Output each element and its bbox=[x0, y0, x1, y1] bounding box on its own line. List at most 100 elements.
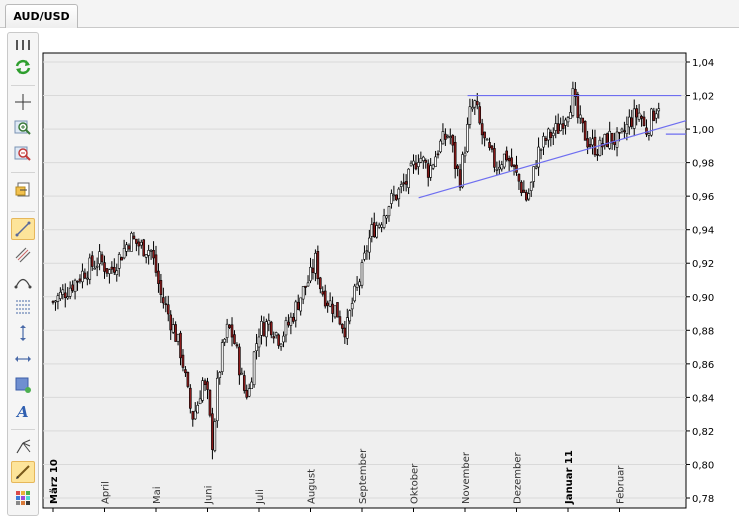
candle-body bbox=[191, 411, 195, 420]
candle-body bbox=[458, 169, 462, 188]
candle-body bbox=[463, 152, 467, 157]
candle-body bbox=[628, 116, 631, 128]
candle-body bbox=[220, 342, 224, 372]
candle-body bbox=[299, 297, 302, 312]
candle-body bbox=[130, 232, 133, 252]
candle-body bbox=[257, 336, 261, 348]
candle bbox=[439, 138, 442, 154]
candle-body bbox=[436, 153, 440, 156]
candle-body bbox=[441, 131, 445, 145]
candle bbox=[213, 418, 217, 453]
candle-body bbox=[149, 249, 153, 252]
candle-body bbox=[370, 224, 374, 237]
y-tick-label: 1,04 bbox=[692, 58, 714, 69]
candle-body bbox=[326, 302, 329, 306]
candle-body bbox=[448, 136, 452, 138]
candle-body bbox=[76, 280, 79, 283]
candle-body bbox=[591, 138, 594, 146]
x-tick-label: September bbox=[358, 448, 369, 504]
candle-body bbox=[488, 142, 491, 148]
x-tick-label: Mai bbox=[152, 486, 163, 504]
x-tick-label: April bbox=[101, 481, 112, 504]
y-tick-label: 0,96 bbox=[692, 192, 714, 203]
candle-body bbox=[345, 317, 349, 339]
candle-body bbox=[321, 291, 325, 295]
candle-body bbox=[122, 248, 126, 259]
candle bbox=[201, 377, 204, 403]
candle-body bbox=[68, 287, 72, 297]
candle-body bbox=[262, 322, 266, 337]
candle-body bbox=[647, 133, 651, 136]
candle-body bbox=[402, 182, 405, 185]
candle-body bbox=[174, 324, 177, 342]
candle-body bbox=[605, 133, 609, 147]
candle-body bbox=[230, 324, 234, 338]
candle-body bbox=[380, 224, 383, 228]
candle bbox=[583, 120, 587, 141]
candle-body bbox=[135, 238, 138, 244]
candle-body bbox=[385, 215, 388, 219]
y-tick-label: 0,98 bbox=[692, 159, 714, 170]
candle-body bbox=[301, 286, 305, 300]
candle-body bbox=[206, 381, 209, 390]
candle-body bbox=[365, 250, 369, 253]
candle-body bbox=[245, 390, 249, 398]
candle-body bbox=[228, 324, 231, 328]
candle-body bbox=[341, 323, 344, 329]
candle-body bbox=[120, 257, 123, 261]
candle-body bbox=[510, 157, 513, 167]
candle bbox=[120, 256, 123, 261]
candle-body bbox=[556, 123, 560, 134]
candle-body bbox=[348, 310, 352, 322]
candle-body bbox=[598, 139, 602, 156]
candle-body bbox=[424, 160, 428, 163]
candle-body bbox=[564, 119, 567, 126]
candle-body bbox=[392, 194, 396, 197]
candle-body bbox=[551, 132, 555, 136]
candle-body bbox=[532, 166, 535, 182]
candle-body bbox=[529, 181, 533, 191]
candle-body bbox=[189, 387, 192, 409]
candle-body bbox=[549, 131, 553, 139]
y-tick-label: 0,92 bbox=[692, 259, 714, 270]
price-chart[interactable]: 1,04 1,02 1,00 0,98 0,96 0,94 0,92 0,90 0,88 0,86… bbox=[0, 0, 739, 520]
candle-body bbox=[311, 267, 315, 273]
y-tick-label: 0,78 bbox=[692, 494, 714, 505]
candle-body bbox=[294, 301, 298, 321]
candle-body bbox=[98, 251, 101, 265]
candle-body bbox=[620, 128, 624, 132]
candle-body bbox=[179, 332, 182, 359]
x-tick-label: Juni bbox=[204, 486, 215, 505]
candle bbox=[220, 339, 224, 375]
candle-body bbox=[417, 162, 420, 167]
candle-body bbox=[338, 316, 342, 325]
candle-body bbox=[323, 290, 327, 307]
candle-body bbox=[453, 141, 457, 170]
candle-body bbox=[632, 108, 636, 129]
y-tick-label: 0,82 bbox=[692, 427, 714, 438]
candle-body bbox=[372, 222, 376, 238]
candle-body bbox=[404, 181, 408, 185]
candle-body bbox=[274, 332, 278, 336]
x-tick-label: Dezember bbox=[513, 452, 524, 504]
candle-body bbox=[623, 130, 626, 133]
candle-body bbox=[426, 163, 430, 178]
candle-body bbox=[630, 117, 634, 127]
candle-body bbox=[522, 189, 526, 193]
candle-body bbox=[534, 166, 538, 169]
candle-body bbox=[110, 266, 114, 270]
candle-body bbox=[390, 193, 393, 204]
candle-body bbox=[657, 108, 661, 112]
candle-body bbox=[117, 254, 121, 269]
candle bbox=[336, 302, 339, 318]
candle-body bbox=[358, 281, 361, 287]
x-tick-label: Januar 11 bbox=[564, 450, 575, 505]
candle-body bbox=[343, 327, 347, 338]
y-tick-label: 0,88 bbox=[692, 326, 714, 337]
x-tick-label: August bbox=[307, 469, 318, 504]
candle-body bbox=[108, 269, 111, 274]
candle-body bbox=[547, 128, 550, 141]
candle-body bbox=[157, 270, 160, 284]
candle-body bbox=[233, 334, 236, 344]
candle-body bbox=[284, 320, 288, 336]
